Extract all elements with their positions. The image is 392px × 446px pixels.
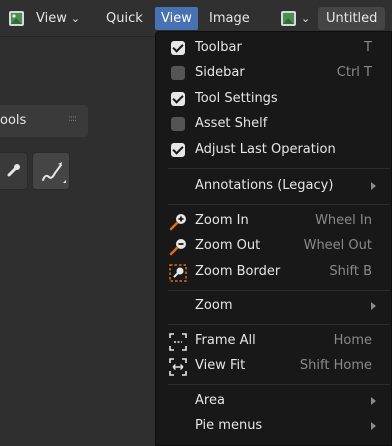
- drag-grip-icon[interactable]: ::::: [68, 114, 77, 124]
- menu-item-area[interactable]: Area: [156, 389, 392, 414]
- view-menu-partial[interactable]: View ⌄: [36, 7, 80, 30]
- menu-separator: [168, 324, 390, 325]
- menu-item-view-fit[interactable]: View Fit Shift Home: [156, 354, 392, 379]
- zoom-border-icon: [169, 264, 187, 282]
- menu-item-label: Adjust Last Operation: [195, 142, 336, 157]
- menu-item-zoom-border[interactable]: Zoom Border Shift B: [156, 260, 392, 285]
- tool-settings-checkbox[interactable]: [171, 92, 185, 106]
- menu-item-label: Zoom: [195, 298, 233, 313]
- menu-item-tool-settings[interactable]: Tool Settings: [156, 87, 392, 112]
- zoom-out-icon: [169, 239, 186, 256]
- menu-item-label: Sidebar: [195, 65, 245, 80]
- menu-item-label: Frame All: [195, 333, 256, 348]
- menu-item-label: Pie menus: [195, 418, 263, 433]
- menu-item-label: Asset Shelf: [195, 116, 268, 131]
- frame-all-icon: [169, 333, 187, 351]
- menu-item-shortcut: Home: [333, 333, 372, 348]
- tools-panel-header[interactable]: ools ::::: [0, 105, 88, 137]
- menu-item-label: Toolbar: [195, 40, 242, 55]
- menu-item-zoom-in[interactable]: Zoom In Wheel In: [156, 209, 392, 234]
- image-browse-icon: [280, 10, 297, 27]
- menu-item-shortcut: Shift Home: [299, 358, 372, 373]
- menu-item-annotations[interactable]: Annotations (Legacy): [156, 174, 392, 199]
- quick-menu[interactable]: Quick: [106, 7, 143, 30]
- menu-item-sidebar[interactable]: Sidebar Ctrl T: [156, 61, 392, 86]
- tools-panel-label: ools: [0, 113, 27, 128]
- menu-item-zoom[interactable]: Zoom: [156, 294, 392, 319]
- editor-type-button[interactable]: [8, 7, 25, 30]
- menu-separator: [168, 384, 390, 385]
- menu-item-label: Zoom Out: [195, 238, 261, 253]
- menu-item-shortcut: Wheel Out: [303, 238, 372, 253]
- menu-separator: [168, 168, 390, 169]
- menu-item-zoom-out[interactable]: Zoom Out Wheel Out: [156, 234, 392, 259]
- submenu-arrow-icon: [371, 422, 376, 430]
- annotate-tool-button[interactable]: [32, 152, 70, 190]
- menu-item-adjust-last-operation[interactable]: Adjust Last Operation: [156, 138, 392, 163]
- menu-separator: [168, 204, 390, 205]
- view-menu[interactable]: View: [155, 7, 198, 30]
- view-fit-icon: [169, 358, 187, 376]
- menu-separator: [168, 290, 390, 291]
- menu-item-shortcut: Shift B: [329, 264, 372, 279]
- chevron-down-icon: ⌄: [301, 12, 311, 25]
- menu-item-pie-menus[interactable]: Pie menus: [156, 414, 392, 439]
- menu-item-label: Zoom Border: [195, 264, 281, 279]
- submenu-arrow-icon: [371, 182, 376, 190]
- menu-item-label: View Fit: [195, 358, 246, 373]
- zoom-in-icon: [169, 214, 186, 231]
- submenu-arrow-icon: [371, 302, 376, 310]
- view-menu-partial-label: View: [36, 11, 67, 26]
- menu-item-label: Zoom In: [195, 213, 249, 228]
- image-name-field[interactable]: Untitled: [318, 7, 386, 30]
- image-menu[interactable]: Image: [209, 7, 250, 30]
- menu-item-shortcut: T: [364, 40, 372, 55]
- menu-item-label: Area: [195, 393, 225, 408]
- menu-item-toolbar[interactable]: Toolbar T: [156, 36, 392, 61]
- sample-tool-button[interactable]: [0, 152, 28, 190]
- menu-item-frame-all[interactable]: Frame All Home: [156, 329, 392, 354]
- asset-shelf-checkbox[interactable]: [171, 117, 185, 131]
- chevron-down-icon: ⌄: [70, 12, 81, 25]
- eyedropper-icon: [7, 164, 20, 177]
- menu-item-asset-shelf[interactable]: Asset Shelf: [156, 112, 392, 137]
- annotate-pen-icon: [42, 162, 66, 183]
- image-browse-button[interactable]: ⌄: [280, 7, 310, 30]
- menu-item-label: Annotations (Legacy): [195, 178, 334, 193]
- menu-item-shortcut: Wheel In: [315, 213, 372, 228]
- view-dropdown-menu: Toolbar T Sidebar Ctrl T Tool Settings A…: [155, 31, 392, 446]
- image-editor-icon: [8, 10, 25, 27]
- sidebar-checkbox[interactable]: [171, 66, 185, 80]
- submenu-arrow-icon: [371, 397, 376, 405]
- adjust-last-operation-checkbox[interactable]: [171, 143, 185, 157]
- image-editor-area: ools ::::: [0, 37, 160, 446]
- menu-item-shortcut: Ctrl T: [336, 65, 372, 80]
- menu-item-label: Tool Settings: [195, 91, 278, 106]
- toolbar-checkbox[interactable]: [171, 41, 185, 55]
